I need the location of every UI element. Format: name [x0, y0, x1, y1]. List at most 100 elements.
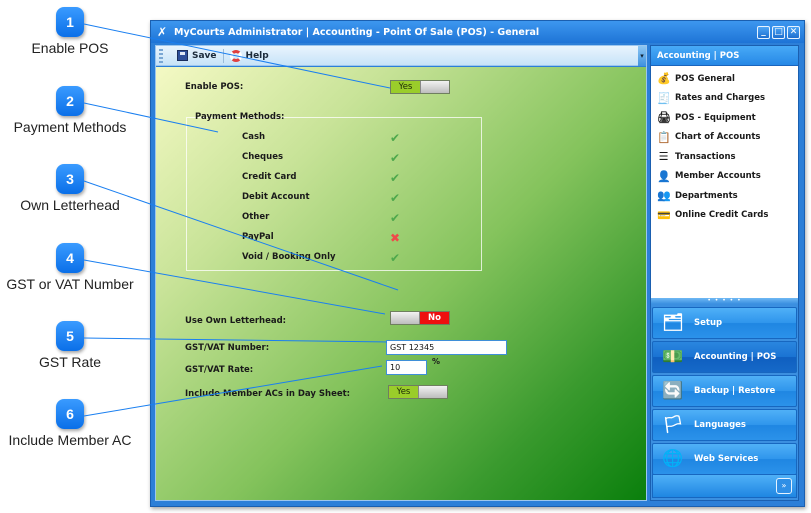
nav-item-label: Rates and Charges: [675, 93, 766, 104]
payment-method-label: Credit Card: [242, 172, 297, 182]
check-icon[interactable]: ✔: [390, 211, 400, 225]
check-icon[interactable]: ✔: [390, 131, 400, 145]
accounting-icon: 💵: [662, 347, 684, 367]
check-icon[interactable]: ✔: [390, 151, 400, 165]
payment-method-label: Void / Booking Only: [242, 252, 336, 262]
nav-item-label: POS General: [675, 73, 735, 84]
nav-item-transactions[interactable]: ☰ Transactions: [651, 147, 798, 167]
mycourts-logo-icon: ✗: [156, 25, 168, 39]
toolbar-grip[interactable]: [159, 48, 163, 63]
nav-splitter-handle[interactable]: • • • • •: [651, 298, 798, 304]
payment-method-label: Cheques: [242, 152, 284, 162]
callout-label: Enable POS: [31, 40, 109, 56]
nav-item-online-credit-cards[interactable]: 💳 Online Credit Cards: [651, 206, 798, 226]
nav-item-member-accounts[interactable]: 👤 Member Accounts: [651, 167, 798, 187]
nav-item-pos-general[interactable]: 💰 POS General: [651, 69, 798, 89]
pos-equipment-icon: 🖨: [657, 111, 671, 125]
backup-restore-icon: 🔄: [662, 381, 684, 401]
gst-rate-unit: %: [432, 357, 441, 366]
nav-section-label: Web Services: [694, 454, 759, 464]
gst-rate-label: GST/VAT Rate:: [185, 365, 254, 375]
callout-label: Include Member AC: [8, 432, 132, 448]
nav-footer: »: [652, 474, 797, 498]
toolbar: Save Help ▾: [156, 46, 646, 66]
nav-item-pos-equipment[interactable]: 🖨 POS - Equipment: [651, 108, 798, 128]
payment-method-credit-card[interactable]: Credit Card ✔: [242, 171, 462, 186]
rates-charges-icon: 🧾: [657, 91, 671, 105]
content-panel: Save Help ▾ Enable POS: Yes Payment Meth…: [155, 45, 647, 501]
own-letterhead-toggle[interactable]: No: [390, 311, 450, 325]
own-letterhead-label: Use Own Letterhead:: [185, 316, 287, 326]
callout-badge: 5: [56, 321, 84, 351]
callout-badge: 6: [56, 399, 84, 429]
payment-method-other[interactable]: Other ✔: [242, 211, 462, 226]
title-bar[interactable]: ✗ MyCourts Administrator | Accounting - …: [151, 21, 804, 43]
more-sections-button[interactable]: »: [776, 478, 792, 494]
minimize-button[interactable]: _: [757, 25, 770, 39]
screenshot-stage: 1 Enable POS 2 Payment Methods 3 Own Let…: [0, 0, 811, 513]
languages-icon: 🏳: [662, 415, 684, 435]
close-button[interactable]: ✕: [787, 25, 800, 39]
payment-methods-title: Payment Methods:: [195, 112, 285, 122]
callout-label: Payment Methods: [13, 119, 127, 135]
nav-item-label: POS - Equipment: [675, 112, 756, 123]
setup-icon: 🗂: [662, 313, 684, 333]
callout-label: GST Rate: [39, 354, 101, 370]
enable-pos-toggle[interactable]: Yes: [390, 80, 450, 94]
nav-item-label: Online Credit Cards: [675, 210, 769, 221]
nav-section-languages[interactable]: 🏳 Languages: [652, 409, 797, 441]
payment-method-cheques[interactable]: Cheques ✔: [242, 151, 462, 166]
nav-item-rates-and-charges[interactable]: 🧾 Rates and Charges: [651, 89, 798, 109]
nav-item-departments[interactable]: 👥 Departments: [651, 186, 798, 206]
transactions-icon: ☰: [658, 150, 669, 164]
save-label: Save: [192, 50, 217, 61]
toggle-yes: Yes: [389, 386, 418, 398]
payment-method-label: Other: [242, 212, 270, 222]
save-button[interactable]: Save: [171, 50, 223, 61]
callout-badge: 3: [56, 164, 84, 194]
callout-label: Own Letterhead: [20, 197, 120, 213]
chart-of-accounts-icon: 📋: [657, 130, 671, 144]
toggle-yes: Yes: [391, 81, 420, 93]
departments-icon: 👥: [657, 189, 671, 203]
check-icon[interactable]: ✔: [390, 251, 400, 265]
gst-rate-input[interactable]: 10: [386, 360, 427, 375]
nav-item-chart-of-accounts[interactable]: 📋 Chart of Accounts: [651, 128, 798, 148]
check-icon[interactable]: ✔: [390, 171, 400, 185]
nav-section-backup-restore[interactable]: 🔄 Backup | Restore: [652, 375, 797, 407]
nav-item-label: Member Accounts: [675, 171, 761, 182]
member-accounts-icon: 👤: [657, 169, 671, 183]
callout-badge: 2: [56, 86, 84, 116]
toggle-knob: [419, 81, 449, 93]
nav-section-label: Backup | Restore: [694, 386, 776, 396]
save-icon: [177, 50, 188, 61]
window-title: MyCourts Administrator | Accounting - Po…: [174, 26, 540, 38]
window-controls: _ □ ✕: [757, 25, 804, 39]
nav-item-label: Chart of Accounts: [675, 132, 761, 143]
payment-method-void-booking-only[interactable]: Void / Booking Only ✔: [242, 251, 462, 266]
maximize-button[interactable]: □: [772, 25, 785, 39]
check-icon[interactable]: ✔: [390, 191, 400, 205]
help-lifebuoy-icon: [229, 49, 242, 62]
payment-method-cash[interactable]: Cash ✔: [242, 131, 462, 146]
web-services-icon: 🌐: [662, 449, 684, 469]
callout-label: GST or VAT Number: [6, 276, 134, 292]
include-member-acs-toggle[interactable]: Yes: [388, 385, 448, 399]
enable-pos-label: Enable POS:: [185, 82, 244, 92]
nav-section-setup[interactable]: 🗂 Setup: [652, 307, 797, 339]
toolbar-overflow-button[interactable]: ▾: [638, 46, 646, 66]
nav-section-label: Setup: [694, 318, 723, 328]
nav-pane-header: Accounting | POS: [651, 46, 798, 66]
nav-section-accounting-pos[interactable]: 💵 Accounting | POS: [652, 341, 797, 373]
cross-icon[interactable]: ✖: [390, 231, 400, 245]
gst-number-input[interactable]: GST 12345: [386, 340, 507, 355]
callout-badge: 4: [56, 243, 84, 273]
app-window: ✗ MyCourts Administrator | Accounting - …: [150, 20, 805, 507]
payment-method-paypal[interactable]: PayPal ✖: [242, 231, 462, 246]
nav-section-label: Accounting | POS: [694, 352, 777, 362]
callout-badge: 1: [56, 7, 84, 37]
nav-section-web-services[interactable]: 🌐 Web Services: [652, 443, 797, 475]
payment-method-debit-account[interactable]: Debit Account ✔: [242, 191, 462, 206]
help-button[interactable]: Help: [224, 49, 275, 62]
gst-number-label: GST/VAT Number:: [185, 343, 270, 353]
